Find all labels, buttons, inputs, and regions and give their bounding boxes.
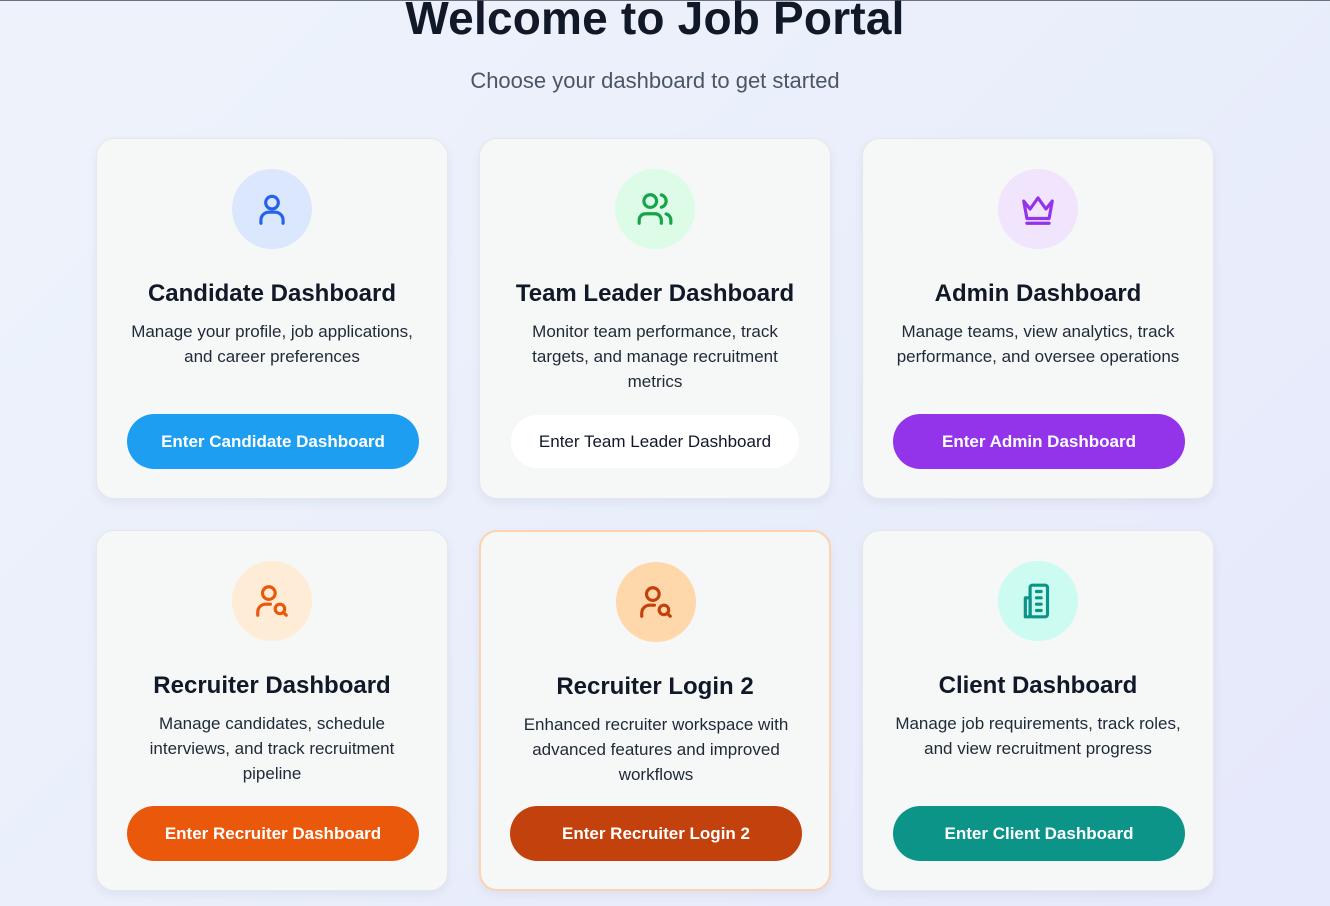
enter-team-leader-dashboard-button[interactable]: Enter Team Leader Dashboard <box>511 415 799 468</box>
enter-candidate-dashboard-button[interactable]: Enter Candidate Dashboard <box>127 414 419 469</box>
enter-admin-dashboard-button[interactable]: Enter Admin Dashboard <box>893 414 1185 469</box>
building-icon-circle <box>998 561 1078 641</box>
card-title: Team Leader Dashboard <box>515 280 795 307</box>
card-title: Recruiter Login 2 <box>556 673 754 700</box>
enter-recruiter-dashboard-button[interactable]: Enter Recruiter Dashboard <box>127 806 419 861</box>
user-search-icon <box>640 586 672 618</box>
recruiter-dashboard-card: Recruiter Dashboard Manage candidates, s… <box>96 530 448 891</box>
card-title: Candidate Dashboard <box>147 280 397 307</box>
crown-icon-circle <box>998 169 1078 249</box>
client-dashboard-card: Client Dashboard Manage job requirements… <box>862 530 1214 891</box>
user-icon <box>259 194 285 225</box>
card-description: Manage your profile, job applications, a… <box>131 322 413 366</box>
user-search-icon-circle <box>232 561 312 641</box>
card-description: Manage candidates, schedule interviews, … <box>149 714 395 783</box>
card-description: Monitor team performance, track targets,… <box>532 322 778 391</box>
page-title: Welcome to Job Portal <box>405 0 905 44</box>
card-title: Client Dashboard <box>938 672 1138 699</box>
card-title: Admin Dashboard <box>934 280 1142 307</box>
team-leader-dashboard-card: Team Leader Dashboard Monitor team perfo… <box>479 138 831 499</box>
recruiter-login-2-card: Recruiter Login 2 Enhanced recruiter wor… <box>479 530 831 891</box>
card-description: Manage job requirements, track roles, an… <box>895 714 1181 758</box>
user-search-icon-circle <box>616 562 696 642</box>
candidate-dashboard-card: Candidate Dashboard Manage your profile,… <box>96 138 448 499</box>
user-icon-circle <box>232 169 312 249</box>
user-search-icon <box>256 585 288 617</box>
enter-client-dashboard-button[interactable]: Enter Client Dashboard <box>893 806 1185 861</box>
crown-icon <box>1022 196 1054 225</box>
building-icon <box>1023 583 1050 619</box>
card-title: Recruiter Dashboard <box>153 672 391 699</box>
card-description: Enhanced recruiter workspace with advanc… <box>523 715 789 784</box>
admin-dashboard-card: Admin Dashboard Manage teams, view analy… <box>862 138 1214 499</box>
users-icon-circle <box>615 169 695 249</box>
page-subtitle: Choose your dashboard to get started <box>470 68 840 93</box>
users-icon <box>637 193 673 225</box>
card-description: Manage teams, view analytics, track perf… <box>896 322 1180 366</box>
enter-recruiter-login-2-button[interactable]: Enter Recruiter Login 2 <box>510 806 802 861</box>
